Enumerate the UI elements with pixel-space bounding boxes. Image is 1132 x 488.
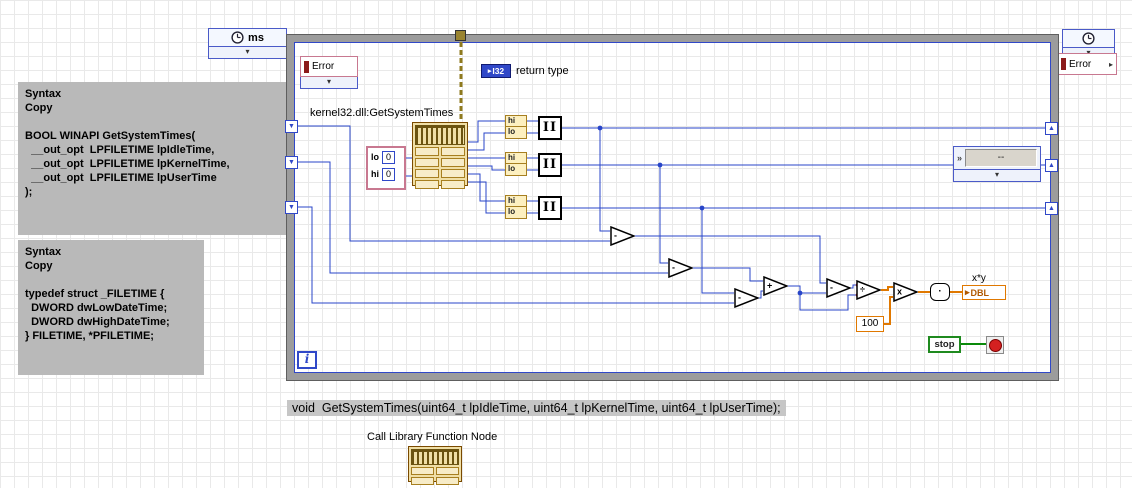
error-cluster-icon [304,60,309,73]
chevron-right-icon: ▸ [1108,59,1113,69]
shift-register-right-3[interactable]: ▲ [1045,202,1058,215]
subtract-glyph: - [738,292,741,303]
clock-icon [1082,32,1095,45]
wait-ms-label: ms [248,31,264,44]
wait-node-expand-chevron[interactable]: ▾ [208,47,287,59]
join-inputs-idle[interactable]: hi lo [505,115,527,139]
while-loop[interactable] [286,34,1059,381]
subtract-node-total[interactable]: - [826,278,851,298]
lo-terminal: lo [505,164,527,176]
labview-block-diagram: Syntax Copy BOOL WINAPI GetSystemTimes( … [0,0,1132,488]
chevron-down-icon: ▾ [245,47,250,56]
clfn-icon [415,125,465,145]
add-glyph: + [767,280,773,291]
error-in-label: Error [312,61,335,72]
doc-box-getsystemtimes[interactable]: Syntax Copy BOOL WINAPI GetSystemTimes( … [18,82,286,235]
stop-button-terminal[interactable]: stop [928,336,961,353]
return-type-terminal[interactable]: ▸ I32 [481,64,511,78]
call-library-function-node[interactable] [412,122,468,189]
hi-terminal: hi [505,195,527,207]
wait-ms-node[interactable]: ms [208,28,287,47]
subtract-node-kernel[interactable]: - [668,258,693,278]
hi-label: hi [371,169,379,179]
i32-terminal-label: I32 [492,66,505,76]
numeric-display-indicator[interactable]: » -- [953,146,1041,170]
join-inputs-kernel[interactable]: hi lo [505,152,527,176]
subtract-glyph: - [672,262,675,273]
shift-register-left-1[interactable]: ▼ [285,120,298,133]
chevron-down-icon: ▾ [994,170,999,179]
error-cluster-icon [1061,58,1066,70]
time-node-top-right[interactable] [1062,29,1115,48]
multiply-glyph: x [897,286,903,297]
clfn-caption: kernel32.dll:GetSystemTimes [310,107,454,119]
lo-constant[interactable]: 0 [382,151,395,164]
constant-100[interactable]: 100 [856,316,884,332]
terminal-arrow-icon: ▸ [965,287,970,297]
lo-label: lo [371,152,379,162]
subtract-glyph: - [830,282,833,293]
shift-register-left-2[interactable]: ▼ [285,156,298,169]
chevron-down-icon: ▾ [326,77,331,86]
indicator-icon: » [957,153,963,163]
return-type-label: return type [516,65,569,77]
subtract-node-user[interactable]: - [734,288,759,308]
stop-condition-icon [988,338,1002,352]
clfn-terminals [415,147,465,189]
join-numbers-node-kernel[interactable]: II [538,153,562,177]
call-library-function-node-palette-icon[interactable] [408,446,462,485]
hi-terminal: hi [505,152,527,164]
lo-terminal: lo [505,127,527,139]
dbl-indicator-terminal[interactable]: ▸ DBL [962,285,1006,300]
doc-box-filetime[interactable]: Syntax Copy typedef struct _FILETIME { D… [18,240,204,375]
shift-register-right-1[interactable]: ▲ [1045,122,1058,135]
shift-register-right-2[interactable]: ▲ [1045,159,1058,172]
divide-node[interactable]: ÷ [856,280,881,300]
hi-constant[interactable]: 0 [382,168,395,181]
clfn-icon [411,449,459,465]
join-numbers-node-user[interactable]: II [538,196,562,220]
code-caption[interactable]: void GetSystemTimes(uint64_t lpIdleTime,… [287,400,786,416]
clock-icon [231,31,244,44]
loop-condition-terminal[interactable] [986,336,1004,354]
add-node[interactable]: + [763,276,788,296]
error-out-indicator[interactable]: Error ▸ [1057,53,1117,75]
lo-terminal: lo [505,207,527,219]
clfn-terminals [411,467,459,485]
multiply-node[interactable]: x [893,282,918,302]
error-in-expand-chevron[interactable]: ▾ [300,77,358,89]
result-label: x*y [972,273,986,284]
palette-label: Call Library Function Node [367,431,498,443]
error-out-label: Error [1069,58,1092,70]
shift-register-left-3[interactable]: ▼ [285,201,298,214]
display-expand-chevron[interactable]: ▾ [953,170,1041,182]
input-cluster-constant[interactable]: lo 0 hi 0 [366,146,406,190]
error-in-indicator[interactable]: Error [300,56,358,77]
subtract-glyph: - [614,230,617,241]
subtract-node-idle[interactable]: - [610,226,635,246]
error-tunnel[interactable] [455,30,466,41]
round-to-nearest-node[interactable]: · [930,283,950,301]
dbl-terminal-label: DBL [970,287,990,298]
join-inputs-user[interactable]: hi lo [505,195,527,219]
display-value: -- [965,149,1037,167]
hi-terminal: hi [505,115,527,127]
divide-glyph: ÷ [860,284,865,295]
terminal-arrow-icon: ▸ [487,68,492,75]
loop-iteration-terminal[interactable]: i [297,351,317,369]
join-numbers-node-idle[interactable]: II [538,116,562,140]
